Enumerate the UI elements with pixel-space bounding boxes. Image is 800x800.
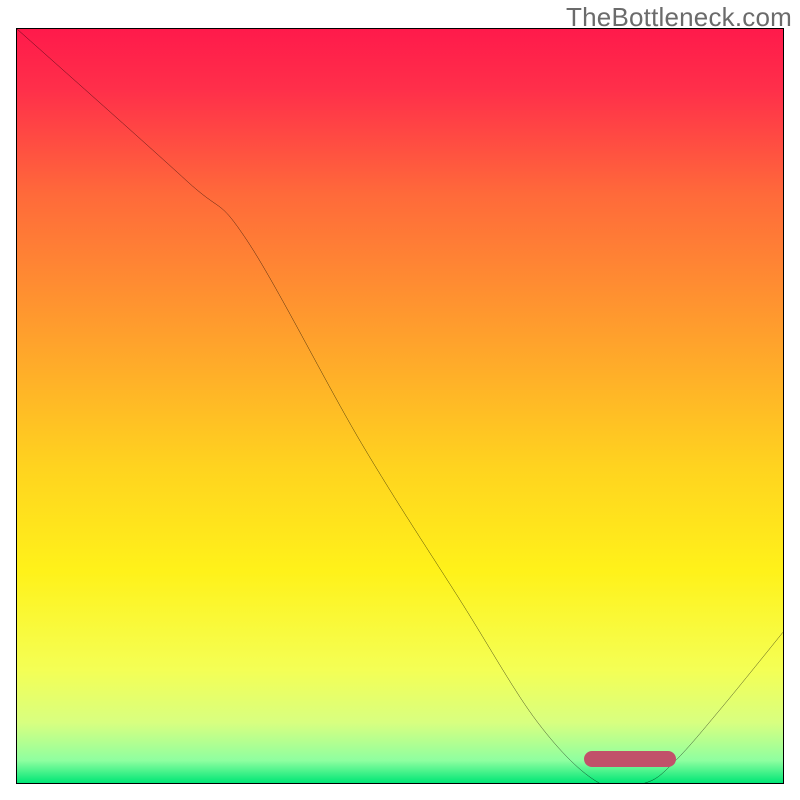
- plot-area: [16, 28, 784, 784]
- optimum-marker: [584, 751, 676, 767]
- bottleneck-chart: TheBottleneck.com: [0, 0, 800, 800]
- watermark-text: TheBottleneck.com: [566, 2, 792, 33]
- bottleneck-curve-path: [17, 29, 783, 783]
- curve-layer: [17, 29, 783, 783]
